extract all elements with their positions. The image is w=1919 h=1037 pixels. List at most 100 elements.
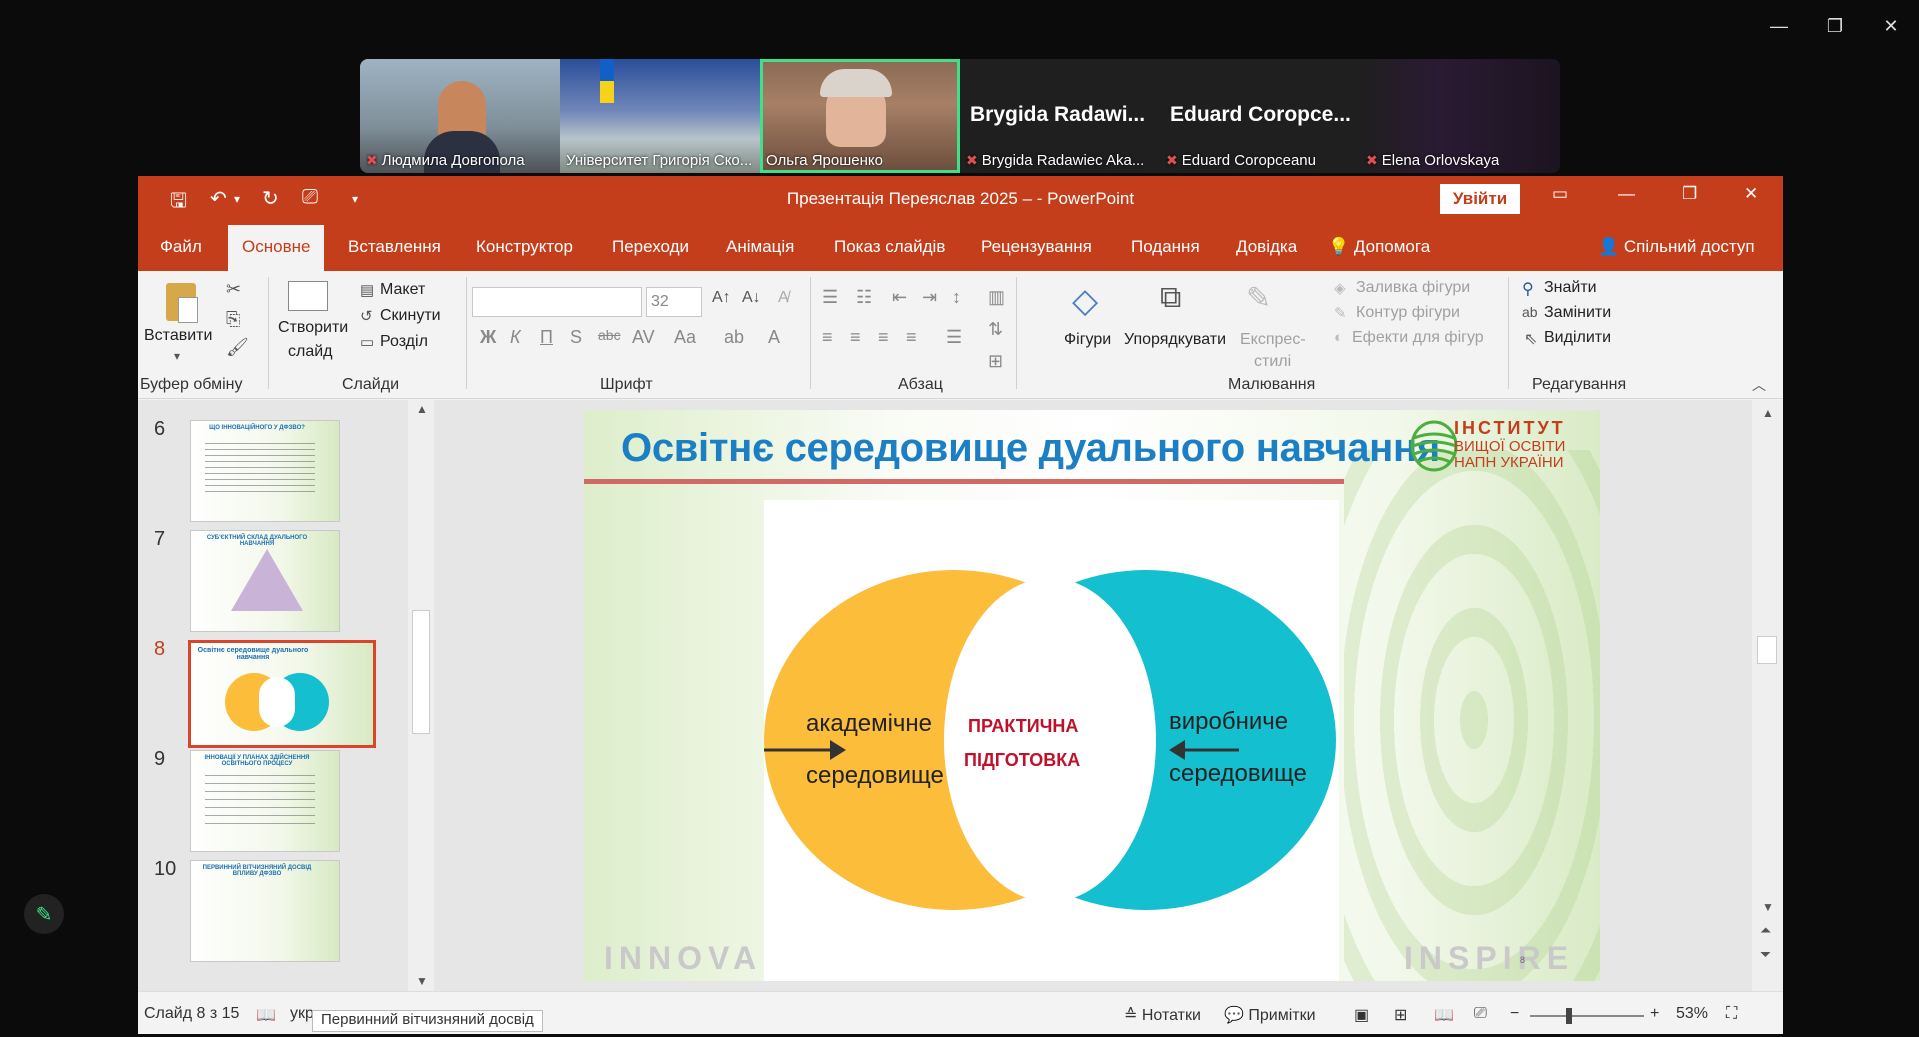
- slide-thumbnail[interactable]: СУБ'ЄКТНИЙ СКЛАД ДУАЛЬНОГО НАВЧАННЯ: [190, 530, 340, 632]
- shrink-font-icon[interactable]: A↓: [742, 289, 761, 307]
- quick-styles-button[interactable]: Експрес-: [1240, 331, 1306, 349]
- slideshow-view-icon[interactable]: ⎚: [1474, 1005, 1487, 1023]
- close-button[interactable]: ✕: [1863, 8, 1919, 44]
- slide-thumbnail[interactable]: ЩО ІННОВАЦІЙНОГО У ДФЗВО?: [190, 420, 340, 522]
- shapes-icon[interactable]: ◇: [1072, 281, 1098, 321]
- paste-button[interactable]: Вставити: [144, 327, 212, 345]
- shadow-icon[interactable]: S: [570, 327, 582, 348]
- slide-thumbnail-current[interactable]: Освітнє середовище дуального навчання: [188, 640, 376, 748]
- quick-styles-icon[interactable]: ✎: [1246, 281, 1271, 316]
- numbering-icon[interactable]: ☷: [856, 287, 872, 308]
- cut-icon[interactable]: ✂: [226, 279, 241, 300]
- scrollbar-thumb[interactable]: [1757, 636, 1777, 664]
- slide-scrollbar[interactable]: ▲ ▼ ⏶ ⏷: [1752, 400, 1783, 991]
- tab-tell-me[interactable]: 💡 Допомога: [1328, 237, 1430, 257]
- copy-icon[interactable]: ⎘: [226, 309, 240, 330]
- find-button[interactable]: Знайти: [1544, 279, 1597, 297]
- align-right-icon[interactable]: ≡: [878, 327, 889, 348]
- arrange-button[interactable]: Упорядкувати: [1124, 331, 1226, 349]
- collapse-ribbon-icon[interactable]: ︿: [1752, 375, 1766, 395]
- comments-button[interactable]: 💬 Примітки: [1224, 1005, 1316, 1025]
- font-name-input[interactable]: [472, 287, 642, 317]
- align-center-icon[interactable]: ≡: [850, 327, 861, 348]
- bullets-icon[interactable]: ☰: [822, 287, 838, 308]
- text-direction-icon[interactable]: ⇅: [988, 319, 1003, 340]
- slide-thumbnail[interactable]: ПЕРВИННИЙ ВІТЧИЗНЯНИЙ ДОСВІД ВПЛИВУ ДФЗВ…: [190, 860, 340, 962]
- minimize-button[interactable]: —: [1751, 8, 1807, 44]
- section-button[interactable]: Розділ: [380, 333, 428, 351]
- smartart-icon[interactable]: ⊞: [988, 351, 1003, 372]
- tab-animations[interactable]: Анімація: [726, 237, 794, 257]
- reading-view-icon[interactable]: 📖: [1434, 1005, 1454, 1025]
- participant-tile[interactable]: ✖ Elena Orlovskaya: [1360, 59, 1560, 173]
- ppt-close-button[interactable]: ✕: [1744, 184, 1758, 204]
- paste-dropdown-icon[interactable]: ▾: [174, 349, 180, 363]
- scroll-up-icon[interactable]: ▲: [1762, 406, 1774, 420]
- tab-home[interactable]: Основне: [228, 225, 325, 271]
- participant-tile-active[interactable]: Ольга Ярошенко: [760, 59, 960, 173]
- participant-tile[interactable]: ✖ Людмила Довгопола: [360, 59, 560, 173]
- slide-sorter-icon[interactable]: ⊞: [1394, 1005, 1407, 1025]
- shape-outline-button[interactable]: Контур фігури: [1356, 304, 1460, 322]
- replace-button[interactable]: Замінити: [1544, 304, 1611, 322]
- highlight-icon[interactable]: ab: [724, 327, 744, 348]
- shape-fill-button[interactable]: Заливка фігури: [1356, 279, 1470, 297]
- next-slide-icon[interactable]: ⏷: [1760, 946, 1771, 963]
- fit-slide-icon[interactable]: ⛶: [1726, 1005, 1737, 1023]
- new-slide-icon[interactable]: [288, 281, 328, 311]
- bold-icon[interactable]: Ж: [480, 327, 496, 348]
- column-layout-icon[interactable]: ☰: [946, 327, 962, 348]
- strikethrough-icon[interactable]: abc: [598, 327, 621, 343]
- reset-button[interactable]: Скинути: [380, 307, 441, 325]
- venn-diagram[interactable]: академічне середовище ПРАКТИЧНА ПІДГОТОВ…: [764, 500, 1339, 981]
- sign-in-button[interactable]: Увійти: [1440, 184, 1520, 214]
- slide-thumbnail[interactable]: ІННОВАЦІЇ У ПЛАНАХ ЗДІЙСНЕННЯ ОСВІТНЬОГО…: [190, 750, 340, 852]
- tab-view[interactable]: Подання: [1131, 237, 1200, 257]
- grow-font-icon[interactable]: A↑: [712, 289, 731, 307]
- zoom-out-icon[interactable]: −: [1510, 1005, 1519, 1023]
- shapes-button[interactable]: Фігури: [1064, 331, 1111, 349]
- thumbnails-scrollbar[interactable]: ▲ ▼: [408, 400, 434, 991]
- ribbon-display-icon[interactable]: ▭: [1552, 184, 1568, 204]
- language-indicator[interactable]: укр: [290, 1005, 314, 1023]
- select-button[interactable]: Виділити: [1544, 329, 1611, 347]
- layout-button[interactable]: Макет: [380, 281, 425, 299]
- align-left-icon[interactable]: ≡: [822, 327, 833, 348]
- zoom-level[interactable]: 53%: [1676, 1005, 1708, 1023]
- previous-slide-icon[interactable]: ⏶: [1760, 922, 1771, 939]
- font-size-input[interactable]: 32: [646, 287, 702, 317]
- zoom-slider[interactable]: [1530, 1015, 1644, 1017]
- underline-icon[interactable]: П: [540, 327, 553, 348]
- participant-tile[interactable]: Brygida Radawi... ✖ Brygida Radawiec Aka.…: [960, 59, 1160, 173]
- participant-tile[interactable]: Eduard Coropce... ✖ Eduard Coropceanu: [1160, 59, 1360, 173]
- restore-button[interactable]: ❐: [1807, 8, 1863, 44]
- tab-slideshow[interactable]: Показ слайдів: [834, 237, 945, 257]
- scroll-up-icon[interactable]: ▲: [416, 402, 428, 416]
- current-slide[interactable]: Освітнє середовище дуального навчання ІН…: [584, 410, 1600, 981]
- ppt-restore-button[interactable]: ❐: [1682, 184, 1697, 204]
- increase-indent-icon[interactable]: ⇥: [922, 287, 937, 308]
- slide-editor[interactable]: Освітнє середовище дуального навчання ІН…: [434, 400, 1752, 991]
- shape-effects-button[interactable]: Ефекти для фігур: [1352, 329, 1484, 347]
- columns-icon[interactable]: ▥: [988, 287, 1005, 308]
- annotate-pen-icon[interactable]: ✎: [24, 894, 64, 934]
- new-slide-button[interactable]: Створити: [278, 319, 348, 337]
- tab-design[interactable]: Конструктор: [476, 237, 573, 257]
- font-color-icon[interactable]: A: [768, 327, 780, 348]
- scroll-down-icon[interactable]: ▼: [416, 974, 428, 988]
- tab-review[interactable]: Рецензування: [981, 237, 1092, 257]
- format-painter-icon[interactable]: 🖌: [226, 337, 249, 358]
- italic-icon[interactable]: К: [510, 327, 521, 348]
- scrollbar-thumb[interactable]: [412, 610, 430, 734]
- normal-view-icon[interactable]: ▣: [1354, 1005, 1369, 1025]
- participant-tile[interactable]: Університет Григорія Ско...: [560, 59, 760, 173]
- zoom-in-icon[interactable]: +: [1650, 1005, 1659, 1023]
- notes-button[interactable]: ≙ Нотатки: [1124, 1005, 1201, 1025]
- clear-format-icon[interactable]: A̸: [778, 289, 789, 307]
- tab-transitions[interactable]: Переходи: [612, 237, 689, 257]
- decrease-indent-icon[interactable]: ⇤: [892, 287, 907, 308]
- zoom-slider-thumb[interactable]: [1566, 1008, 1572, 1024]
- share-button[interactable]: 👤 Спільний доступ: [1598, 237, 1755, 257]
- spellcheck-icon[interactable]: 📖: [256, 1005, 276, 1025]
- scroll-down-icon[interactable]: ▼: [1762, 900, 1774, 914]
